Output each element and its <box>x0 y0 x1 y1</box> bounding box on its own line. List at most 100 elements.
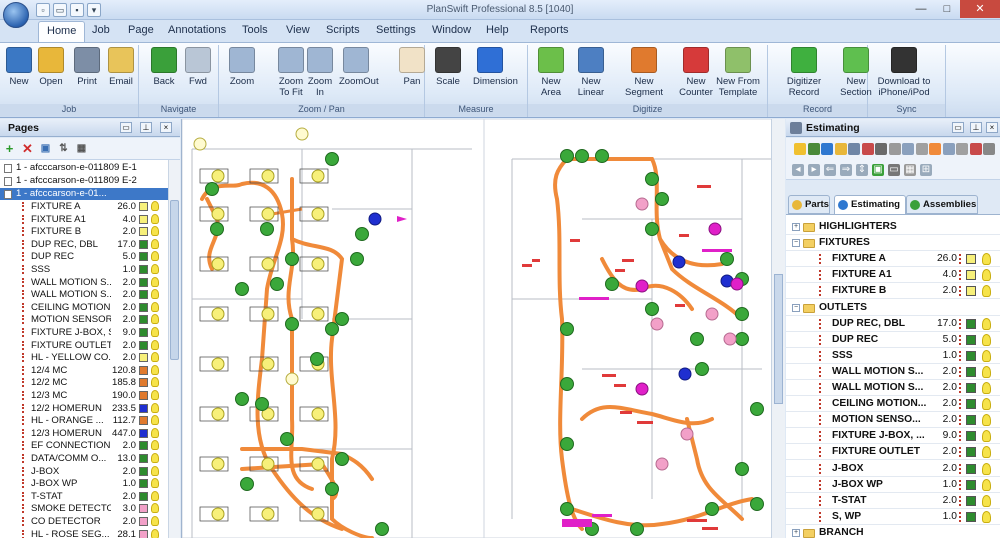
digitizer-record-button[interactable]: Digitizer Record <box>776 47 832 98</box>
color-swatch[interactable] <box>966 399 976 410</box>
tree-item[interactable]: MOTION SENSO... 2.0 <box>786 412 1000 429</box>
email-button[interactable]: Email <box>104 47 138 87</box>
outlet-symbol[interactable] <box>560 322 574 336</box>
outlet-symbol[interactable] <box>750 402 764 416</box>
page-row[interactable]: 1 - afcccarson-e-01... <box>0 188 168 200</box>
outlet-symbol[interactable] <box>735 332 749 346</box>
visibility-bulb-icon[interactable] <box>982 349 991 362</box>
fixture-a-symbol[interactable] <box>261 457 275 471</box>
visibility-bulb-icon[interactable] <box>982 510 991 523</box>
tree-item[interactable]: DUP REC, DBL 17.0 <box>786 316 1000 332</box>
fixture-a-symbol[interactable] <box>311 307 325 321</box>
outlet-symbol[interactable] <box>750 497 764 511</box>
tree-item[interactable]: FIXTURE OUTLET 2.0 <box>786 444 1000 461</box>
fixture-b-symbol[interactable] <box>285 372 299 386</box>
smoke-detector-symbol[interactable] <box>650 317 664 331</box>
outlet-symbol[interactable] <box>560 149 574 163</box>
color-swatch[interactable] <box>139 491 148 501</box>
fixture-a-symbol[interactable] <box>211 169 225 183</box>
circuit-label[interactable] <box>679 234 689 237</box>
pin-icon[interactable]: ⊥ <box>140 122 152 133</box>
color-swatch[interactable] <box>966 431 976 442</box>
visibility-bulb-icon[interactable] <box>151 289 159 300</box>
estimating-tool-icon[interactable] <box>821 143 833 155</box>
nav-tool-icon[interactable]: ⇐ <box>824 164 836 176</box>
takeoff-item[interactable]: CO DETECTOR 2.0 <box>0 515 168 528</box>
takeoff-item[interactable]: HL - ORANGE ... 112.7 <box>0 414 168 427</box>
estimating-tool-icon[interactable] <box>807 143 820 155</box>
color-swatch[interactable] <box>966 350 976 361</box>
tab-estimating[interactable]: Estimating <box>834 195 906 214</box>
takeoff-item[interactable]: 12/2 HOMERUN 233.5 <box>0 402 168 415</box>
circuit-label[interactable] <box>532 259 540 262</box>
takeoff-item[interactable]: FIXTURE A1 4.0 <box>0 213 168 226</box>
circuit-label[interactable] <box>570 239 580 242</box>
circuit-label[interactable] <box>615 269 625 272</box>
visibility-bulb-icon[interactable] <box>151 427 159 438</box>
circuit-label[interactable] <box>702 527 718 530</box>
plan-sheet-right[interactable] <box>483 119 775 538</box>
outlet-symbol[interactable] <box>335 452 349 466</box>
tab-view[interactable]: View <box>286 24 310 36</box>
print-button[interactable]: Print <box>70 47 104 87</box>
fixture-a-symbol[interactable] <box>311 407 325 421</box>
outlet-symbol[interactable] <box>690 332 704 346</box>
takeoff-item[interactable]: WALL MOTION S... 2.0 <box>0 288 168 301</box>
takeoff-item[interactable]: DUP REC, DBL 17.0 <box>0 238 168 251</box>
fixture-a-symbol[interactable] <box>261 507 275 521</box>
minimize-button[interactable]: — <box>908 0 934 18</box>
visibility-bulb-icon[interactable] <box>151 415 159 426</box>
color-swatch[interactable] <box>966 479 976 490</box>
fixture-a-symbol[interactable] <box>261 207 275 221</box>
outlet-symbol[interactable] <box>255 397 269 411</box>
visibility-bulb-icon[interactable] <box>151 465 159 476</box>
takeoff-item[interactable]: 12/3 HOMERUN 447.0 <box>0 427 168 440</box>
visibility-bulb-icon[interactable] <box>982 269 991 282</box>
outlet-symbol[interactable] <box>235 392 249 406</box>
visibility-bulb-icon[interactable] <box>982 317 991 330</box>
tree-group[interactable]: − FIXTURES <box>786 235 1000 252</box>
outlet-symbol[interactable] <box>210 222 224 236</box>
takeoff-item[interactable]: SMOKE DETECTOR 3.0 <box>0 502 168 515</box>
tree-item[interactable]: J-BOX 2.0 <box>786 461 1000 477</box>
tree-item[interactable]: CEILING MOTION... 2.0 <box>786 396 1000 413</box>
visibility-bulb-icon[interactable] <box>151 251 159 262</box>
visibility-bulb-icon[interactable] <box>982 446 991 459</box>
visibility-bulb-icon[interactable] <box>982 398 991 411</box>
takeoff-item[interactable]: WALL MOTION S... 2.0 <box>0 276 168 289</box>
sort-icon[interactable]: ⇅ <box>56 142 71 157</box>
tree-item[interactable]: WALL MOTION S... 2.0 <box>786 380 1000 396</box>
visibility-bulb-icon[interactable] <box>151 276 159 287</box>
fixture-a-symbol[interactable] <box>311 257 325 271</box>
color-swatch[interactable] <box>139 416 148 426</box>
takeoff-item[interactable]: FIXTURE B 2.0 <box>0 225 168 238</box>
takeoff-item[interactable]: J-BOX WP 1.0 <box>0 477 168 490</box>
page-row[interactable]: 1 - afcccarson-e-011809 E-1 <box>0 162 168 174</box>
takeoff-item[interactable]: DATA/COMM O... 13.0 <box>0 452 168 465</box>
estimating-tool-icon[interactable] <box>888 143 901 155</box>
outlet-symbol[interactable] <box>325 482 339 496</box>
color-swatch[interactable] <box>966 254 976 265</box>
outlet-symbol[interactable] <box>655 192 669 206</box>
homerun-symbol[interactable] <box>368 212 382 226</box>
magenta-symbol[interactable] <box>730 277 744 291</box>
visibility-bulb-icon[interactable] <box>151 201 159 211</box>
visibility-bulb-icon[interactable] <box>151 402 159 413</box>
pages-scroll-thumb[interactable] <box>170 200 179 360</box>
nav-tool-icon[interactable]: ▸ <box>808 164 820 176</box>
color-swatch[interactable] <box>139 290 148 300</box>
estimating-tool-icon[interactable] <box>848 143 860 155</box>
visibility-bulb-icon[interactable] <box>151 503 159 514</box>
new-area-button[interactable]: New Area <box>534 47 568 98</box>
outlet-symbol[interactable] <box>240 477 254 491</box>
tree-item[interactable]: FIXTURE J-BOX, ... 9.0 <box>786 428 1000 445</box>
outlet-symbol[interactable] <box>235 282 249 296</box>
estimating-tool-icon[interactable] <box>875 143 887 155</box>
takeoff-item[interactable]: CEILING MOTION... 2.0 <box>0 301 168 314</box>
smoke-detector-symbol[interactable] <box>680 427 694 441</box>
color-swatch[interactable] <box>966 511 976 522</box>
tab-parts[interactable]: Parts <box>788 195 830 214</box>
tab-settings[interactable]: Settings <box>376 24 416 36</box>
panel-close-icon[interactable]: × <box>160 122 172 133</box>
fixture-a-symbol[interactable] <box>261 257 275 271</box>
